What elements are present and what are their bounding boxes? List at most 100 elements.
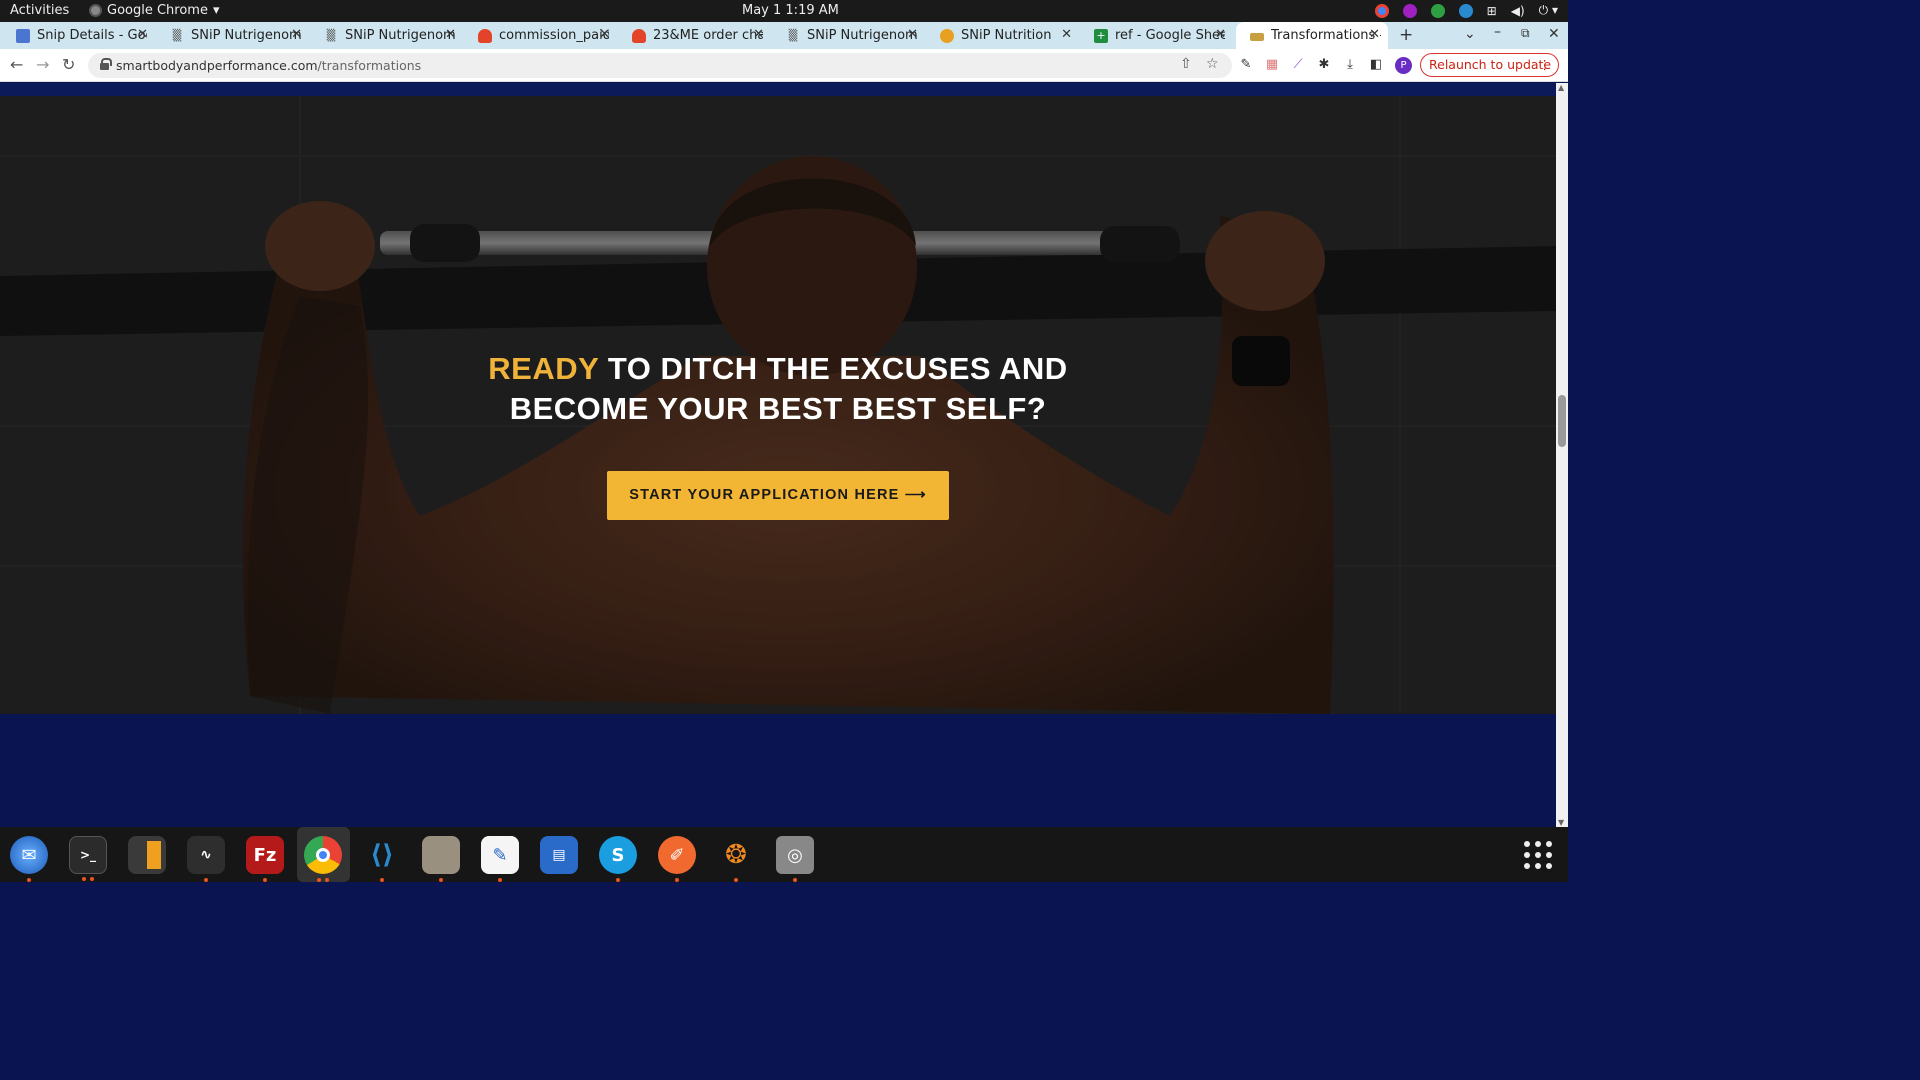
menu-kebab-icon[interactable]: ⋮ bbox=[1539, 54, 1552, 76]
close-icon[interactable]: ✕ bbox=[599, 27, 610, 42]
hero-headline: READY TO DITCH THE EXCUSES AND BECOME YO… bbox=[0, 349, 1556, 429]
tab-title: SNiP Nutrigenomi bbox=[807, 28, 917, 43]
tab[interactable]: + ref - Google Sheet ✕ bbox=[1080, 22, 1234, 49]
tab-title: 23&ME order chan bbox=[653, 28, 763, 43]
headline-accent: READY bbox=[488, 351, 599, 386]
sheets-icon: + bbox=[1094, 28, 1108, 43]
update-tray-icon[interactable] bbox=[1458, 3, 1473, 18]
scroll-up-icon[interactable]: ▲ bbox=[1558, 83, 1564, 92]
share-icon[interactable]: ⇧ bbox=[1180, 56, 1192, 72]
tab-title: Transformations - bbox=[1271, 28, 1381, 43]
profile-avatar[interactable]: P bbox=[1395, 57, 1412, 74]
chrome-icon[interactable] bbox=[304, 836, 342, 882]
back-icon[interactable]: ← bbox=[10, 55, 23, 74]
tab-title: commission_paid_ bbox=[499, 28, 609, 43]
close-icon[interactable]: ✕ bbox=[907, 27, 918, 42]
chrome-small-icon bbox=[89, 4, 102, 17]
navy-top-strip bbox=[0, 83, 1556, 96]
network-icon[interactable]: ⊞ bbox=[1487, 4, 1497, 18]
close-icon[interactable]: ✕ bbox=[445, 27, 456, 42]
navy-bottom-section bbox=[0, 714, 1556, 827]
caret-down-icon: ▾ bbox=[212, 3, 220, 18]
relaunch-button[interactable]: Relaunch to update ⋮ bbox=[1420, 53, 1559, 77]
show-apps-grid-icon[interactable] bbox=[1524, 841, 1552, 869]
scroll-down-icon[interactable]: ▼ bbox=[1558, 818, 1564, 827]
close-icon[interactable]: ✕ bbox=[1061, 27, 1072, 42]
page-scrollbar[interactable]: ▲ ▼ bbox=[1556, 83, 1568, 827]
skype-icon[interactable]: S bbox=[599, 836, 637, 882]
postman-icon[interactable]: ✐ bbox=[658, 836, 696, 882]
pen-extension-icon[interactable]: ⟋ bbox=[1290, 57, 1306, 73]
snip-nutrition-icon bbox=[940, 28, 954, 43]
disk-icon[interactable]: ◎ bbox=[776, 836, 814, 882]
text-editor-icon[interactable]: ✎ bbox=[481, 836, 519, 882]
tab[interactable]: SNiP Nutrition ✕ bbox=[926, 22, 1080, 49]
new-tab-button[interactable]: + bbox=[1399, 25, 1413, 45]
system-tray[interactable]: ⊞ ◀) ⏻ ▾ bbox=[1374, 3, 1558, 18]
reload-icon[interactable]: ↻ bbox=[62, 55, 75, 74]
tab-strip: Snip Details - Goo ✕ ▒ SNiP Nutrigenomi … bbox=[0, 22, 1568, 49]
activities-button[interactable]: Activities bbox=[10, 3, 69, 18]
calculator-icon[interactable] bbox=[128, 836, 166, 874]
close-icon[interactable]: ✕ bbox=[1369, 27, 1380, 42]
page-viewport: READY TO DITCH THE EXCUSES AND BECOME YO… bbox=[0, 83, 1556, 827]
tab[interactable]: ▒ SNiP Nutrigenomi ✕ bbox=[772, 22, 926, 49]
window-close-icon[interactable]: ✕ bbox=[1548, 26, 1560, 42]
snip-icon: ▒ bbox=[326, 28, 336, 42]
bookmark-star-icon[interactable]: ☆ bbox=[1206, 56, 1219, 72]
app-tray-icon[interactable] bbox=[1402, 3, 1417, 18]
tab-active[interactable]: Transformations - ✕ bbox=[1236, 22, 1388, 49]
sync-tray-icon[interactable] bbox=[1430, 3, 1445, 18]
tab[interactable]: 23&ME order chan ✕ bbox=[618, 22, 772, 49]
tab[interactable]: commission_paid_ ✕ bbox=[464, 22, 618, 49]
headline-line-1: TO DITCH THE EXCUSES AND bbox=[598, 351, 1068, 386]
tab[interactable]: Snip Details - Goo ✕ bbox=[2, 22, 156, 49]
libreoffice-writer-icon[interactable]: ▤ bbox=[540, 836, 578, 874]
power-icon[interactable]: ⏻ ▾ bbox=[1539, 3, 1558, 18]
close-icon[interactable]: ✕ bbox=[137, 27, 148, 42]
vscode-icon[interactable]: ⟨⟩ bbox=[363, 836, 401, 882]
extensions-puzzle-icon[interactable]: ✱ bbox=[1316, 57, 1332, 73]
minimize-icon[interactable]: – bbox=[1494, 24, 1501, 40]
filezilla-icon[interactable]: Fz bbox=[246, 836, 284, 882]
close-icon[interactable]: ✕ bbox=[753, 27, 764, 42]
hotspot-icon[interactable]: ❂ bbox=[717, 836, 755, 882]
start-application-button[interactable]: START YOUR APPLICATION HERE ⟶ bbox=[607, 471, 949, 520]
lock-icon[interactable] bbox=[100, 58, 112, 70]
files-icon[interactable] bbox=[422, 836, 460, 882]
download-icon[interactable]: ⤓ bbox=[1342, 57, 1358, 73]
dock: ✉ >_ ∿ Fz ⟨⟩ ✎ ▤ S ✐ ❂ ◎ bbox=[0, 827, 1568, 882]
side-panel-icon[interactable]: ◧ bbox=[1368, 57, 1384, 73]
chrome-tray-icon[interactable] bbox=[1374, 3, 1389, 18]
gitlab-icon bbox=[478, 28, 492, 43]
forward-icon[interactable]: → bbox=[36, 55, 49, 74]
relaunch-label: Relaunch to update bbox=[1429, 57, 1552, 72]
volume-icon[interactable]: ◀) bbox=[1511, 4, 1525, 18]
browser-toolbar: ← → ↻ smartbodyandperformance.com/transf… bbox=[0, 49, 1568, 82]
close-icon[interactable]: ✕ bbox=[291, 27, 302, 42]
scrollbar-thumb[interactable] bbox=[1558, 395, 1566, 447]
thunderbird-icon[interactable]: ✉ bbox=[10, 836, 48, 882]
tab[interactable]: ▒ SNiP Nutrigenomi ✕ bbox=[310, 22, 464, 49]
hero-section: READY TO DITCH THE EXCUSES AND BECOME YO… bbox=[0, 96, 1556, 714]
clock[interactable]: May 1 1:19 AM bbox=[742, 3, 839, 18]
close-icon[interactable]: ✕ bbox=[1215, 27, 1226, 42]
app-menu[interactable]: Google Chrome ▾ bbox=[89, 3, 220, 18]
snip-icon: ▒ bbox=[788, 28, 798, 42]
docs-icon bbox=[16, 28, 30, 43]
address-bar[interactable]: smartbodyandperformance.com/transformati… bbox=[88, 53, 1232, 78]
site-icon bbox=[1250, 32, 1264, 41]
calendar-extension-icon[interactable]: ▦ bbox=[1264, 57, 1280, 73]
tab-title: SNiP Nutrigenomi bbox=[345, 28, 455, 43]
eyedropper-extension-icon[interactable]: ✎ bbox=[1238, 57, 1254, 73]
headline-line-2: BECOME YOUR BEST BEST SELF? bbox=[509, 391, 1047, 426]
restore-icon[interactable]: ⧉ bbox=[1521, 26, 1530, 41]
url-domain: smartbodyandperformance.com bbox=[116, 58, 318, 73]
tab[interactable]: ▒ SNiP Nutrigenomi ✕ bbox=[156, 22, 310, 49]
app-menu-label: Google Chrome bbox=[107, 3, 208, 18]
snip-icon: ▒ bbox=[172, 28, 182, 42]
system-monitor-icon[interactable]: ∿ bbox=[187, 836, 225, 882]
tab-search-icon[interactable]: ⌄ bbox=[1464, 26, 1476, 42]
terminal-icon[interactable]: >_ bbox=[69, 836, 107, 881]
gitlab-icon bbox=[632, 28, 646, 43]
